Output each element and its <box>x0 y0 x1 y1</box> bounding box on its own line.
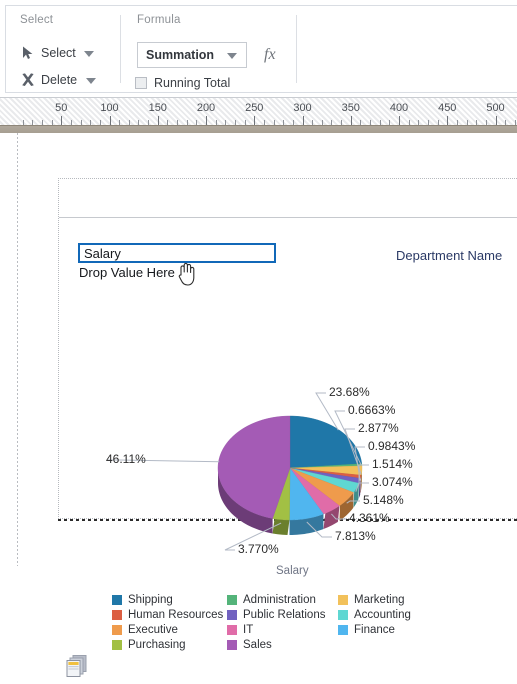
legend-item[interactable]: Executive <box>112 623 223 636</box>
legend-column: Marketing Accounting Finance <box>338 593 411 638</box>
ribbon-group-title-formula: Formula <box>137 14 181 26</box>
legend-item[interactable]: Administration <box>227 593 325 606</box>
legend-label: Administration <box>243 593 316 606</box>
ruler-ticks: 50 100 150 200 250 300 350 400 450 500 <box>0 98 517 125</box>
running-total-label: Running Total <box>154 76 231 90</box>
formula-type-value: Summation <box>146 48 215 62</box>
ruler-tick <box>157 116 159 125</box>
ruler-tick <box>109 116 111 125</box>
band-header-divider <box>59 217 517 218</box>
ruler-label: 350 <box>341 102 360 114</box>
legend-column: Administration Public Relations IT Sales <box>227 593 325 653</box>
pie-slice-percent-label: 2.877% <box>358 421 399 435</box>
pie-slice-percent-label: 3.074% <box>372 475 413 489</box>
legend-swatch <box>338 609 348 620</box>
ruler-label: 150 <box>148 102 167 114</box>
legend-swatch <box>227 594 237 605</box>
legend-swatch <box>227 609 237 620</box>
ruler-tick <box>350 116 352 125</box>
pie-slice-percent-label: 46.11% <box>106 452 146 466</box>
legend-label: Finance <box>354 623 395 636</box>
value-field-text: Salary <box>84 246 121 261</box>
legend-item[interactable]: IT <box>227 623 325 636</box>
ruler-tick <box>399 116 400 125</box>
legend-item[interactable]: Purchasing <box>112 638 223 651</box>
legend-item[interactable]: Accounting <box>338 608 411 621</box>
running-total-checkbox[interactable] <box>135 77 147 89</box>
legend-label: Executive <box>128 623 178 636</box>
ruler-label: 100 <box>100 102 119 114</box>
ruler-tick <box>254 116 256 125</box>
report-canvas[interactable]: Salary Drop Value Here Department Name 2… <box>0 133 517 677</box>
ribbon-group-divider-2 <box>296 15 297 83</box>
ruler-label: 450 <box>438 102 457 114</box>
legend-item[interactable]: Sales <box>227 638 325 651</box>
value-field-box[interactable]: Salary <box>78 243 276 263</box>
page-left-margin-guide <box>17 133 18 566</box>
pie-slice-side <box>272 518 290 535</box>
pie-slice-percent-label: 4.361% <box>349 511 390 525</box>
legend-swatch <box>338 624 348 635</box>
legend-label: IT <box>243 623 254 636</box>
ruler-tick <box>495 116 497 125</box>
ruler-label: 200 <box>196 102 216 114</box>
fx-function-button[interactable]: fx <box>264 46 276 64</box>
ruler-tick <box>302 116 304 125</box>
legend-label: Purchasing <box>128 638 186 651</box>
ruler-label: 250 <box>245 102 264 114</box>
horizontal-ruler[interactable]: 50 100 150 200 250 300 350 400 450 500 <box>0 97 517 126</box>
legend-swatch <box>227 639 237 650</box>
pie-chart[interactable]: 23.68% 0.6663% 2.877% 0.9843% 1.514% 3.074% 5.… <box>100 373 480 673</box>
hand-pointer-cursor <box>176 261 198 287</box>
report-designer-window: Select Select Delete Formula Summation f… <box>0 0 517 677</box>
pie-slice-percent-label: 0.6663% <box>348 403 396 417</box>
drop-value-here-label[interactable]: Drop Value Here <box>79 265 175 280</box>
ruler-label: 400 <box>389 102 409 114</box>
running-total-row[interactable]: Running Total <box>135 76 230 90</box>
legend-column: Shipping Human Resources Executive Purchasi… <box>112 593 223 653</box>
column-header-label[interactable]: Department Name <box>396 248 502 263</box>
ruler-label: 500 <box>486 102 505 114</box>
chart-axis-title: Salary <box>276 565 309 577</box>
legend-label: Public Relations <box>243 608 326 621</box>
pie-slice[interactable] <box>289 415 362 469</box>
pie-slice-percent-label: 0.9843% <box>368 439 416 453</box>
legend-label: Human Resources <box>128 608 224 621</box>
legend-swatch <box>112 609 122 620</box>
ribbon-panel: Select Select Delete Formula Summation f… <box>5 5 517 93</box>
legend-swatch <box>112 594 122 605</box>
pie-slice-percent-label: 1.514% <box>372 457 413 471</box>
pie-graphic[interactable] <box>210 406 370 535</box>
legend-swatch <box>227 624 237 635</box>
legend-item[interactable]: Public Relations <box>227 608 325 621</box>
pie-slice-percent-label: 3.770% <box>238 542 279 556</box>
ruler-tick <box>206 116 207 125</box>
formula-type-chevron-down-icon[interactable] <box>227 53 237 59</box>
legend-label: Marketing <box>354 593 405 606</box>
ruler-label: 300 <box>293 102 312 114</box>
legend-item[interactable]: Marketing <box>338 593 411 606</box>
legend-item[interactable]: Finance <box>338 623 411 636</box>
stacked-pages-icon[interactable] <box>64 653 90 679</box>
ruler-label: 50 <box>55 102 68 114</box>
pie-slice-percent-label: 7.813% <box>335 529 376 543</box>
ribbon-toolbar: Select Select Delete Formula Summation f… <box>0 0 517 96</box>
legend-item[interactable]: Human Resources <box>112 608 223 621</box>
legend-swatch <box>112 639 122 650</box>
legend-label: Shipping <box>128 593 173 606</box>
legend-label: Accounting <box>354 608 411 621</box>
pie-slice-percent-label: 23.68% <box>329 385 370 399</box>
legend-label: Sales <box>243 638 272 651</box>
ruler-tick <box>447 116 449 125</box>
legend-swatch <box>338 594 348 605</box>
formula-type-select[interactable]: Summation <box>137 42 247 68</box>
ruler-tick <box>61 116 63 125</box>
legend-swatch <box>112 624 122 635</box>
legend-item[interactable]: Shipping <box>112 593 223 606</box>
pie-slice-percent-label: 5.148% <box>363 493 404 507</box>
